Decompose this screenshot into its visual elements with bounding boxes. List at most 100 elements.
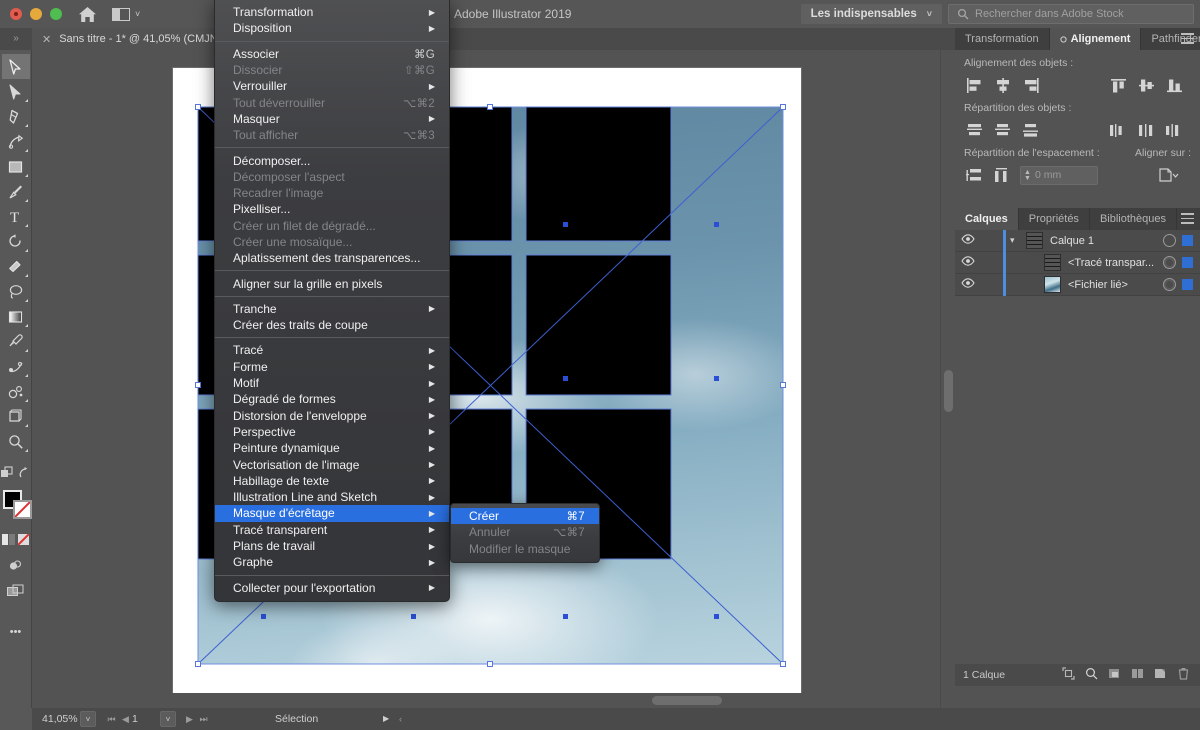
more-tools-icon[interactable]: ••• — [2, 619, 30, 644]
menu-item-verrouiller[interactable]: Verrouiller ▶ — [215, 78, 449, 94]
menu-item-habillage-de-texte[interactable]: Habillage de texte ▶ — [215, 473, 449, 489]
tab-proprietes[interactable]: Propriétés — [1019, 208, 1090, 230]
duplicate-layer-icon[interactable] — [1154, 667, 1167, 683]
menu-item-forme[interactable]: Forme ▶ — [215, 359, 449, 375]
layer-name[interactable]: <Fichier lié> — [1061, 279, 1163, 291]
collapse-panel-icon[interactable]: » — [4, 29, 28, 49]
workspace-switcher[interactable]: Les indispensables ˅ — [800, 4, 942, 24]
zoom-tool[interactable] — [2, 429, 30, 454]
distribute-bottom-icon[interactable] — [1020, 120, 1042, 140]
chevron-down-icon[interactable]: ▾ — [1010, 235, 1020, 246]
align-panel-tabs[interactable]: Transformation Alignement Pathfinder — [955, 28, 1200, 50]
rectangle-tool[interactable] — [2, 154, 30, 179]
table-row[interactable]: <Tracé transpar... — [955, 251, 1200, 274]
distribute-top-icon[interactable] — [964, 120, 986, 140]
menu-item-cr-er-des-traits-de-coupe[interactable]: Créer des traits de coupe — [215, 317, 449, 333]
next-artboard-icon[interactable]: ▶ — [182, 711, 197, 727]
bbox-handle[interactable] — [195, 661, 201, 667]
tab-bibliotheques[interactable]: Bibliothèques — [1090, 208, 1177, 230]
menu-item-illustration-line-and-sketch[interactable]: Illustration Line and Sketch ▶ — [215, 489, 449, 505]
align-center-vertical-icon[interactable] — [1135, 75, 1157, 95]
align-top-icon[interactable] — [1107, 75, 1129, 95]
stroke-swatch[interactable] — [12, 500, 32, 519]
edit-toolbar-icon[interactable] — [0, 460, 14, 485]
menu-item-trac-transparent[interactable]: Tracé transparent ▶ — [215, 522, 449, 538]
menu-item-pixelliser[interactable]: Pixelliser... — [215, 201, 449, 217]
tab-alignement[interactable]: Alignement — [1049, 28, 1142, 50]
align-bottom-icon[interactable] — [1163, 75, 1185, 95]
clipping-mask-submenu[interactable]: Créer ⌘7 Annuler ⌥⌘7 Modifier le masque — [450, 503, 600, 563]
distribute-vertical-space-icon[interactable] — [964, 165, 986, 185]
eyedropper-tool[interactable] — [2, 329, 30, 354]
align-center-horizontal-icon[interactable] — [992, 75, 1014, 95]
adobe-stock-search[interactable]: Rechercher dans Adobe Stock — [948, 4, 1194, 24]
layers-panel-tabs[interactable]: Calques Propriétés Bibliothèques — [955, 208, 1200, 230]
menu-item-vectorisation-de-l-image[interactable]: Vectorisation de l'image ▶ — [215, 456, 449, 472]
align-right-icon[interactable] — [1020, 75, 1042, 95]
menu-item-trac[interactable]: Tracé ▶ — [215, 342, 449, 358]
menu-item-plans-de-travail[interactable]: Plans de travail ▶ — [215, 538, 449, 554]
close-icon[interactable]: ✕ — [42, 33, 51, 46]
lasso-tool[interactable] — [2, 279, 30, 304]
selection-indicator[interactable] — [1182, 235, 1193, 246]
visibility-toggle-icon[interactable] — [955, 234, 981, 247]
bbox-handle[interactable] — [195, 382, 201, 388]
distribute-right-icon[interactable] — [1163, 120, 1185, 140]
close-window-button[interactable] — [10, 8, 22, 20]
align-objects-buttons[interactable] — [964, 75, 1191, 95]
menu-item-associer[interactable]: Associer ⌘G — [215, 46, 449, 62]
menu-item-collecter-pour-l-exportation[interactable]: Collecter pour l'exportation ▶ — [215, 580, 449, 596]
new-layer-icon[interactable] — [1131, 667, 1144, 683]
status-menu-icon[interactable]: ▶ — [383, 708, 389, 730]
symbol-sprayer-tool[interactable] — [2, 379, 30, 404]
artboard-dropdown-icon[interactable]: ˅ — [160, 711, 176, 727]
distribute-horizontal-space-icon[interactable] — [992, 165, 1014, 185]
canvas-area[interactable] — [32, 50, 937, 715]
menu-item-perspective[interactable]: Perspective ▶ — [215, 424, 449, 440]
new-sublayer-icon[interactable] — [1108, 667, 1121, 683]
maximize-window-button[interactable] — [50, 8, 62, 20]
panel-menu-icon[interactable] — [1181, 33, 1194, 47]
menu-item-aplatissement-des-transparences[interactable]: Aplatissement des transparences... — [215, 250, 449, 266]
selection-indicator[interactable] — [1182, 279, 1193, 290]
window-controls[interactable] — [10, 8, 62, 20]
layer-name[interactable]: Calque 1 — [1043, 235, 1163, 247]
menu-item-masquer[interactable]: Masquer ▶ — [215, 111, 449, 127]
target-indicator-icon[interactable] — [1163, 278, 1176, 291]
distribute-objects-buttons[interactable] — [964, 120, 1191, 140]
menu-item-masque-d-cr-tage[interactable]: Masque d'écrêtage ▶ — [215, 505, 449, 522]
bbox-handle[interactable] — [487, 104, 493, 110]
menu-item-d-grad-de-formes[interactable]: Dégradé de formes ▶ — [215, 391, 449, 407]
delete-layer-icon[interactable] — [1177, 667, 1190, 683]
curvature-tool[interactable] — [2, 129, 30, 154]
tab-calques[interactable]: Calques — [955, 208, 1019, 230]
table-row[interactable]: ▾ Calque 1 — [955, 229, 1200, 252]
canvas-horizontal-scrollbar[interactable] — [32, 693, 937, 708]
gradient-tool[interactable] — [2, 304, 30, 329]
bbox-handle[interactable] — [195, 104, 201, 110]
table-row[interactable]: <Fichier lié> — [955, 273, 1200, 296]
selection-indicator[interactable] — [1182, 257, 1193, 268]
artboard-tool[interactable] — [2, 404, 30, 429]
menu-item-aligner-sur-la-grille-en-pixels[interactable]: Aligner sur la grille en pixels — [215, 275, 449, 291]
scrollbar-thumb[interactable] — [944, 370, 953, 412]
menu-item-motif[interactable]: Motif ▶ — [215, 375, 449, 391]
drawing-mode-icon[interactable] — [2, 553, 30, 578]
bbox-handle[interactable] — [780, 382, 786, 388]
zoom-dropdown-icon[interactable]: ˅ — [80, 711, 96, 727]
visibility-toggle-icon[interactable] — [955, 278, 981, 291]
screen-mode-icon[interactable] — [2, 578, 30, 603]
selection-tool[interactable] — [1, 54, 30, 79]
layer-name[interactable]: <Tracé transpar... — [1061, 257, 1163, 269]
submenu-item-cr-er[interactable]: Créer ⌘7 — [451, 508, 599, 525]
target-indicator-icon[interactable] — [1163, 256, 1176, 269]
minimize-window-button[interactable] — [30, 8, 42, 20]
type-tool[interactable]: T — [2, 204, 30, 229]
blend-tool[interactable] — [2, 354, 30, 379]
align-to-selection-dropdown[interactable] — [1153, 165, 1185, 185]
menu-item-d-composer[interactable]: Décomposer... — [215, 152, 449, 168]
visibility-toggle-icon[interactable] — [955, 256, 981, 269]
bbox-handle[interactable] — [780, 104, 786, 110]
bbox-handle[interactable] — [487, 661, 493, 667]
menu-item-peinture-dynamique[interactable]: Peinture dynamique ▶ — [215, 440, 449, 456]
